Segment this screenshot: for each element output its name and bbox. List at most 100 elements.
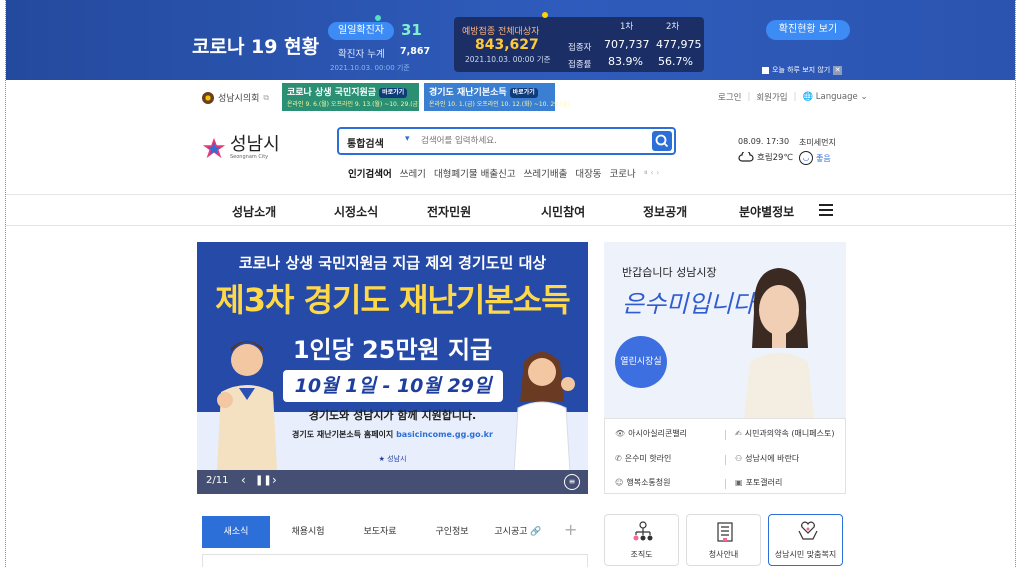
- nav-civil[interactable]: 전자민원: [427, 203, 471, 220]
- quick-label: 조직도: [630, 550, 653, 559]
- mayor-link[interactable]: ⚇ 성남시에 바란다: [735, 453, 799, 464]
- prev-icon[interactable]: ‹: [241, 473, 246, 487]
- more-plus-icon[interactable]: +: [564, 520, 577, 539]
- tab-press[interactable]: 보도자료: [346, 516, 414, 548]
- language-label: Language: [815, 92, 858, 102]
- photo-icon: ▣: [735, 478, 743, 487]
- promo-gyeonggi-income[interactable]: 경기도 재난기본소득 바로가기 온라인 10. 1.(금) 오프라인 10. 12…: [424, 83, 570, 111]
- quick-label: 청사안내: [708, 550, 739, 559]
- chevron-down-icon[interactable]: ▾: [405, 134, 410, 144]
- weather-widget: 08.09. 17:30 흐림29℃: [738, 137, 793, 163]
- site-logo[interactable]: 성남시 Seongnam City: [202, 136, 280, 160]
- next-icon[interactable]: ›: [272, 473, 277, 487]
- tab-jobs[interactable]: 구인정보: [418, 516, 486, 548]
- hide-today-toggle[interactable]: 오늘 하루 보지 않기 ✕: [762, 65, 843, 75]
- utility-bar: 성남시의회 ⧉ 코로나 상생 국민지원금 바로가기 온라인 9. 6.(월) 오프…: [6, 82, 1015, 112]
- quick-welfare[interactable]: 성남시민 맞춤복지: [768, 514, 843, 566]
- close-icon[interactable]: ✕: [833, 65, 843, 75]
- mayor-link[interactable]: ✆ 은수미 핫라인: [615, 453, 671, 464]
- tab-news[interactable]: 새소식: [202, 516, 270, 548]
- vaccine-target-label: 예방접종 전체대상자: [462, 27, 540, 37]
- keyword-link[interactable]: 쓰레기: [400, 166, 426, 180]
- council-emblem-icon: [202, 91, 214, 104]
- first-dose-rate: 83.9%: [608, 55, 643, 68]
- fine-dust-widget: 초미세먼지 ◡ 좋음: [799, 137, 836, 165]
- nav-fields[interactable]: 분야별정보: [739, 203, 794, 220]
- popular-keywords: 인기검색어 쓰레기 대형폐기물 배출신고 쓰레기배출 대장동 코로나 ⏸ ‹ ›: [348, 166, 659, 180]
- mayor-link[interactable]: ▣ 포토갤러리: [735, 477, 782, 488]
- phone-icon: ✆: [615, 454, 622, 463]
- promo-national-relief[interactable]: 코로나 상생 국민지원금 바로가기 온라인 9. 6.(월) 오프라인 9. 13…: [282, 83, 421, 111]
- indicator-dot: [375, 15, 381, 21]
- list-icon[interactable]: ≡: [564, 474, 580, 490]
- pause-icon[interactable]: ❚❚: [255, 475, 272, 486]
- quick-label: 성남시민 맞춤복지: [774, 550, 837, 559]
- keyword-link[interactable]: 대형폐기물 배출신고: [434, 166, 516, 180]
- join-link[interactable]: 회원가입: [756, 91, 787, 103]
- smile-icon: ◡: [799, 151, 813, 165]
- banner-footer-label: 성남시: [387, 455, 407, 463]
- nav-participation[interactable]: 시민참여: [541, 203, 585, 220]
- tab-notice[interactable]: 고시공고 🔗: [490, 516, 546, 548]
- promo-go-button[interactable]: 바로가기: [509, 87, 538, 98]
- total-cases-label: 확진자 누계: [338, 49, 385, 60]
- language-selector[interactable]: 🌐 Language ⌄: [803, 92, 868, 102]
- globe-icon: 🌐: [802, 92, 814, 102]
- mayor-link-label: 아시아실리콘밸리: [628, 429, 688, 438]
- checkbox[interactable]: [762, 66, 769, 74]
- divider: |: [747, 92, 751, 102]
- account-links: 로그인 | 회원가입 | 🌐 Language ⌄: [718, 91, 868, 103]
- menu-icon[interactable]: [819, 204, 833, 216]
- promo-go-button[interactable]: 바로가기: [379, 87, 408, 98]
- keyword-pager-icon[interactable]: ⏸ ‹ ›: [644, 168, 659, 178]
- weather-time: 08.09. 17:30: [738, 137, 790, 146]
- main-banner[interactable]: 코로나 상생 국민지원금 지급 제외 경기도민 대상 제3차 경기도 재난기본소…: [197, 242, 588, 494]
- eye-icon: 👁: [615, 429, 626, 438]
- view-cases-button[interactable]: 확진현황 보기: [766, 20, 850, 40]
- second-dose-count: 477,975: [656, 38, 702, 51]
- main-nav: 성남소개 시정소식 전자민원 시민참여 정보공개 분야별정보: [6, 194, 1015, 226]
- keyword-link[interactable]: 대장동: [575, 166, 601, 180]
- tab-content-box: [202, 554, 588, 567]
- login-link[interactable]: 로그인: [718, 91, 741, 103]
- banner-period: 10월 1일 - 10월 29일: [283, 370, 503, 402]
- mayor-card[interactable]: 반갑습니다 성남시장 은수미입니다 열린시장실: [604, 242, 846, 418]
- seongnam-logo-icon: [202, 137, 226, 159]
- nav-news[interactable]: 시정소식: [334, 203, 378, 220]
- search-icon: [655, 134, 669, 148]
- mayor-link[interactable]: ✍ 시민과의약속 (매니페스토): [735, 428, 834, 439]
- banner-url-line: 경기도 재난기본소득 홈페이지 basicincome.gg.go.kr: [197, 429, 588, 440]
- browser-page: 코로나 19 현황 일일확진자 31 확진자 누계 7,867 2021.10.…: [5, 0, 1016, 567]
- city-council-link[interactable]: 성남시의회 ⧉: [202, 91, 269, 104]
- nav-info[interactable]: 정보공개: [643, 203, 687, 220]
- quick-building-guide[interactable]: 청사안내: [686, 514, 761, 566]
- nav-intro[interactable]: 성남소개: [232, 203, 276, 220]
- daily-cases-label: 일일확진자: [328, 22, 394, 40]
- promo-title: 코로나 상생 국민지원금: [287, 88, 377, 98]
- row-rate-label: 접종률: [568, 60, 592, 70]
- tab-recruit[interactable]: 채용시험: [274, 516, 342, 548]
- link-icon: 🔗: [530, 527, 542, 537]
- quick-org-chart[interactable]: 조직도: [604, 514, 679, 566]
- keyword-link[interactable]: 코로나: [610, 166, 636, 180]
- total-cases-value: 7,867: [400, 46, 431, 57]
- search-category-select[interactable]: 통합검색: [347, 135, 384, 150]
- mayor-link[interactable]: ☺ 행복소통청원: [615, 477, 671, 488]
- tab-notice-label: 고시공고: [494, 527, 528, 537]
- mayor-link[interactable]: 👁 아시아실리콘밸리: [615, 428, 687, 439]
- mayor-link-label: 포토갤러리: [745, 478, 783, 487]
- keyword-link[interactable]: 쓰레기배출: [524, 166, 568, 180]
- star-icon: ★: [378, 455, 385, 463]
- news-tabs: 새소식 채용시험 보도자료 구인정보 고시공고 🔗 +: [202, 516, 588, 548]
- banner-page-indicator: 2/11: [206, 475, 229, 486]
- mayor-links: 👁 아시아실리콘밸리 ✍ 시민과의약속 (매니페스토) ✆ 은수미 핫라인 ⚇ 성남시에…: [604, 418, 846, 494]
- banner-footer: ★ 성남시: [197, 454, 588, 464]
- search-button[interactable]: [652, 131, 672, 151]
- dust-value: 좋음: [816, 153, 831, 163]
- promo-period: 온라인 9. 6.(월) 오프라인 9. 13.(월) ~10. 29.(금): [287, 101, 421, 108]
- banner-controls: 2/11 ‹ ❚❚ › ≡: [197, 470, 588, 494]
- open-office-button[interactable]: 열린시장실: [615, 336, 667, 388]
- search-input[interactable]: [421, 132, 641, 150]
- mayor-link-label: 시민과의약속 (매니페스토): [744, 429, 835, 438]
- divider: [725, 455, 726, 465]
